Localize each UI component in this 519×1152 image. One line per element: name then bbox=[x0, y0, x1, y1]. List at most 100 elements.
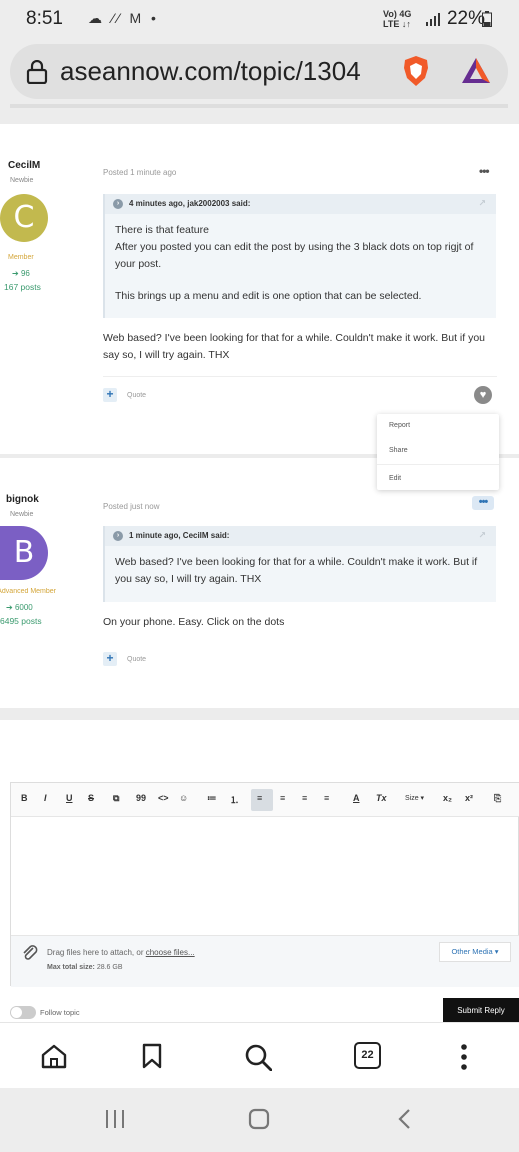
preview-icon[interactable]: ⎘ bbox=[494, 793, 501, 804]
follow-topic-label[interactable]: Follow topic bbox=[40, 1008, 80, 1017]
progress-track bbox=[10, 104, 508, 108]
author-name[interactable]: CecilM bbox=[8, 160, 40, 171]
menu-item-report[interactable]: Report bbox=[389, 422, 410, 429]
reputation-value: 6000 bbox=[14, 603, 33, 612]
search-icon[interactable] bbox=[244, 1043, 273, 1076]
post-options-dots-icon[interactable]: ••• bbox=[479, 164, 490, 178]
post-body: Web based? I've been looking for that fo… bbox=[103, 332, 486, 361]
author-group: Advanced Member bbox=[0, 588, 56, 595]
quote-attribution[interactable]: 1 minute ago, CecilM said: bbox=[129, 531, 229, 540]
home-icon[interactable] bbox=[40, 1043, 68, 1074]
emoji-icon[interactable]: ☺ bbox=[179, 793, 188, 803]
post-options-menu: Report Share Edit bbox=[377, 414, 499, 490]
quote-line: This brings up a menu and edit is one op… bbox=[115, 290, 422, 302]
quote-header: › 1 minute ago, CecilM said: ↗ bbox=[105, 526, 496, 546]
subscript-icon[interactable]: x₂ bbox=[443, 793, 452, 803]
brave-shield-icon[interactable] bbox=[401, 54, 431, 93]
bold-button[interactable]: B bbox=[21, 793, 28, 803]
tabs-count-button[interactable]: 22 bbox=[354, 1042, 381, 1069]
italic-button[interactable]: I bbox=[44, 793, 47, 803]
bullet-list-icon[interactable]: ≔ bbox=[207, 793, 217, 804]
post-card: CecilM Newbie C Member ➔ 96 167 posts Po… bbox=[0, 124, 519, 454]
attach-text: Drag files here to attach, or bbox=[47, 948, 144, 957]
post-count[interactable]: 167 posts bbox=[4, 282, 41, 292]
topic-page: CecilM Newbie C Member ➔ 96 167 posts Po… bbox=[0, 110, 519, 1022]
author-rank: Newbie bbox=[10, 511, 34, 518]
url-text[interactable]: aseannow.com/topic/1304 bbox=[60, 56, 400, 87]
toggle-knob bbox=[11, 1007, 22, 1018]
text-color-icon[interactable]: A bbox=[353, 793, 360, 803]
other-media-button[interactable]: Other Media ▾ bbox=[439, 942, 511, 962]
code-icon[interactable]: <> bbox=[158, 793, 169, 803]
reputation: ➔ 6000 bbox=[6, 603, 33, 612]
reaction-heart-icon[interactable]: ♥ bbox=[474, 386, 492, 404]
strikethrough-button[interactable]: S bbox=[88, 793, 94, 803]
quote-link-icon[interactable]: ↗ bbox=[478, 198, 486, 209]
align-justify-icon[interactable]: ≡ bbox=[324, 793, 329, 803]
quote-attribution[interactable]: 4 minutes ago, jak2002003 said: bbox=[129, 199, 250, 208]
editor-toolbar: B I U S ⧉ 99 <> ☺ ≔ ⒈ ≡ ≡ ≡ ≡ A Tx Size … bbox=[11, 783, 519, 817]
submit-reply-button[interactable]: Submit Reply bbox=[443, 998, 519, 1022]
avatar[interactable]: B bbox=[0, 526, 48, 580]
quote-icon[interactable]: 99 bbox=[136, 793, 146, 803]
align-right-icon[interactable]: ≡ bbox=[302, 793, 307, 803]
battery-percent: 22% bbox=[446, 8, 485, 29]
quote-block: › 4 minutes ago, jak2002003 said: ↗ Ther… bbox=[103, 194, 496, 318]
max-size-value: 28.6 GB bbox=[96, 964, 123, 971]
reputation-icon: ➔ bbox=[6, 603, 13, 612]
quote-arrow-icon: › bbox=[113, 199, 123, 209]
font-size-dropdown[interactable]: Size ▾ bbox=[405, 794, 424, 802]
quote-button[interactable]: Quote bbox=[127, 656, 146, 663]
reputation-icon: ➔ bbox=[12, 269, 19, 278]
underline-button[interactable]: U bbox=[66, 793, 73, 803]
reply-editor: B I U S ⧉ 99 <> ☺ ≔ ⒈ ≡ ≡ ≡ ≡ A Tx Size … bbox=[10, 782, 519, 987]
multiquote-button[interactable]: + bbox=[103, 652, 117, 666]
menu-item-share[interactable]: Share bbox=[389, 447, 408, 454]
quote-button[interactable]: Quote bbox=[127, 392, 146, 399]
post-options-dots-icon[interactable]: ••• bbox=[472, 496, 494, 510]
quote-line: Web based? I've been looking for that fo… bbox=[115, 556, 478, 585]
quote-link-icon[interactable]: ↗ bbox=[478, 530, 486, 541]
link-icon[interactable]: ⧉ bbox=[113, 793, 119, 804]
reputation: ➔ 96 bbox=[12, 269, 30, 278]
more-menu-icon[interactable] bbox=[460, 1043, 468, 1076]
address-bar[interactable]: aseannow.com/topic/1304 bbox=[10, 44, 508, 99]
browser-toolbar: aseannow.com/topic/1304 bbox=[0, 40, 519, 110]
align-left-icon[interactable]: ≡ bbox=[257, 793, 262, 803]
clear-format-icon[interactable]: Tx bbox=[376, 793, 387, 803]
back-nav-icon[interactable] bbox=[396, 1108, 412, 1135]
notification-icons: ☁ ⁄⁄ M • bbox=[88, 10, 159, 26]
network-indicator-bottom: LTE ↓↑ bbox=[383, 19, 411, 29]
superscript-icon[interactable]: x² bbox=[465, 793, 473, 803]
quote-arrow-icon: › bbox=[113, 531, 123, 541]
choose-files-link[interactable]: choose files... bbox=[146, 948, 195, 957]
quote-line: There is that feature bbox=[115, 224, 209, 236]
quote-line: After you posted you can edit the post b… bbox=[115, 241, 474, 270]
quote-block: › 1 minute ago, CecilM said: ↗ Web based… bbox=[103, 526, 496, 602]
max-size-label: Max total size: bbox=[47, 964, 95, 971]
bookmark-icon[interactable] bbox=[142, 1043, 162, 1074]
align-center-icon[interactable]: ≡ bbox=[280, 793, 285, 803]
recent-apps-icon[interactable] bbox=[104, 1108, 126, 1135]
signal-icon bbox=[426, 12, 440, 31]
system-nav-bar bbox=[0, 1088, 519, 1152]
post-timestamp[interactable]: Posted just now bbox=[103, 502, 159, 511]
home-nav-icon[interactable] bbox=[248, 1108, 270, 1135]
status-bar: 8:51 ☁ ⁄⁄ M • Vo) 4G LTE ↓↑ 22% bbox=[0, 0, 519, 40]
quote-body: There is that feature After you posted y… bbox=[105, 214, 496, 313]
follow-toggle[interactable] bbox=[10, 1006, 36, 1019]
post-count[interactable]: 6495 posts bbox=[0, 616, 42, 626]
editor-text-area[interactable] bbox=[11, 817, 519, 935]
brave-rewards-icon[interactable] bbox=[460, 56, 492, 91]
post-card: bignok Newbie B Advanced Member ➔ 6000 6… bbox=[0, 458, 519, 708]
post-timestamp[interactable]: Posted 1 minute ago bbox=[103, 168, 176, 177]
attach-hint: Drag files here to attach, or choose fil… bbox=[47, 948, 195, 957]
status-time: 8:51 bbox=[26, 8, 63, 29]
avatar[interactable]: C bbox=[0, 194, 48, 242]
menu-divider bbox=[377, 464, 499, 465]
author-name[interactable]: bignok bbox=[6, 494, 39, 505]
menu-item-edit[interactable]: Edit bbox=[389, 475, 401, 482]
multiquote-button[interactable]: + bbox=[103, 388, 117, 402]
numbered-list-icon[interactable]: ⒈ bbox=[230, 793, 239, 806]
post-body: On your phone. Easy. Click on the dots bbox=[103, 616, 285, 628]
